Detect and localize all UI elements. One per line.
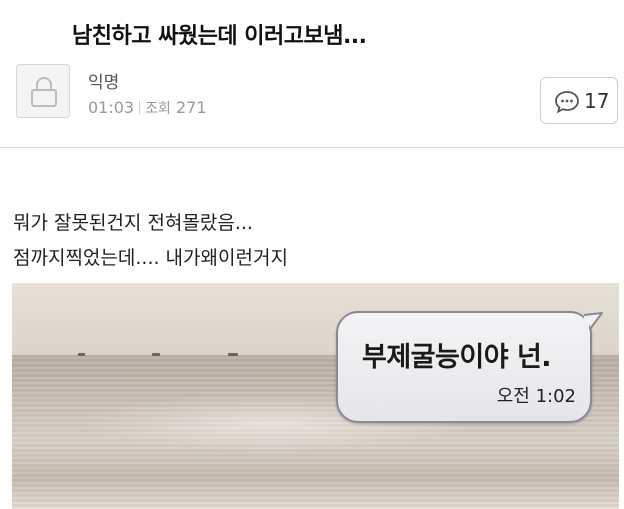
chat-message-text: 부제굴능이야 넌.: [362, 342, 552, 373]
comments-button[interactable]: 17: [540, 77, 618, 124]
post-title: 남친하고 싸웠는데 이러고보냄...: [72, 24, 367, 49]
chat-message-time: 오전 1:02: [496, 386, 576, 407]
distant-boat: [228, 353, 238, 356]
chat-bubble-tail: [584, 312, 603, 330]
post-header: 남친하고 싸웠는데 이러고보냄... 익명 01:03 조회 271 17: [0, 0, 624, 148]
post-meta: 01:03 조회 271: [88, 98, 207, 118]
body-text-line-2: 점까지찍었는데.... 내가왜이런거지: [13, 247, 288, 269]
post-time: 01:03: [88, 98, 135, 117]
views-count: 271: [175, 98, 207, 117]
distant-boat: [78, 353, 85, 356]
author-name: 익명: [88, 73, 120, 93]
post-image: 부제굴능이야 넌. 오전 1:02: [12, 283, 619, 509]
header-divider: [0, 147, 624, 148]
chat-bubble: 부제굴능이야 넌. 오전 1:02: [336, 311, 592, 423]
body-text-line-1: 뭐가 잘못된건지 전혀몰랐음...: [13, 212, 253, 234]
meta-divider: [139, 101, 141, 114]
views-label: 조회: [145, 101, 171, 117]
avatar: [16, 64, 70, 118]
distant-boat: [152, 353, 160, 356]
lock-icon: [31, 77, 57, 107]
comment-count: 17: [584, 89, 610, 113]
post-page: 남친하고 싸웠는데 이러고보냄... 익명 01:03 조회 271 17 뭐가 …: [0, 0, 624, 509]
speech-bubble-icon: [555, 91, 579, 114]
